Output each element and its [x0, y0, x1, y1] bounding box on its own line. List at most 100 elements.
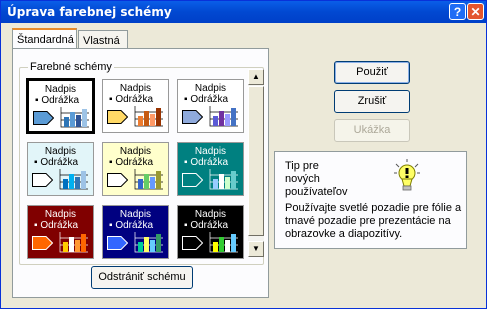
color-schemes-label: Farebné schémy	[28, 61, 114, 73]
scheme-tile-arrow-shape	[107, 110, 128, 124]
scheme-tile-bar	[231, 234, 236, 252]
scheme-tile-bar	[150, 240, 155, 252]
scheme-tile-bar	[225, 177, 230, 189]
scheme-tile-arrow-shape	[182, 236, 203, 250]
scheme-tile-bar	[156, 234, 161, 252]
scheme-tile[interactable]: Nadpis ▪ Odrážka	[27, 205, 94, 259]
scheme-tile-chart	[59, 169, 88, 190]
scheme-tile[interactable]: Nadpis ▪ Odrážka	[177, 79, 244, 133]
scheme-tile-bar	[69, 237, 74, 252]
scheme-tile-bar	[219, 237, 224, 252]
preview-button[interactable]: Ukážka	[334, 119, 410, 142]
scheme-tile-chart	[59, 232, 88, 253]
scheme-tile-bar	[213, 242, 218, 252]
scheme-tile[interactable]: Nadpis ▪ Odrážka	[177, 205, 244, 259]
tab-panel: Farebné schémy Nadpis ▪ Odrážka Nadpis ▪ Od…	[12, 48, 269, 298]
scheme-tile[interactable]: Nadpis ▪ Odrážka	[177, 142, 244, 196]
scroll-thumb[interactable]	[248, 86, 264, 236]
scheme-tile-bar	[231, 108, 236, 126]
tab-standard-label: Štandardná	[17, 34, 74, 46]
window-title: Úprava farebnej schémy	[7, 5, 172, 19]
scheme-tile-bar	[225, 114, 230, 126]
apply-button[interactable]: Použiť	[334, 61, 410, 84]
scheme-tile-bar	[70, 112, 75, 127]
scheme-tile-title: Nadpis	[119, 209, 152, 220]
scheme-tile-bullet: ▪ Odrážka	[109, 157, 154, 168]
tip-heading-line: nových	[285, 173, 320, 185]
scheme-tile-title: Nadpis	[44, 209, 77, 220]
scheme-tile-bar	[150, 114, 155, 126]
scheme-tile-bar	[82, 109, 87, 127]
scheme-tile-bar	[144, 174, 149, 189]
tab-custom-label: Vlastná	[83, 35, 120, 47]
scheme-tile-bar	[81, 234, 86, 252]
scheme-tile-chart	[209, 169, 238, 190]
tab-custom[interactable]: Vlastná	[78, 30, 128, 50]
scheme-tile-bullet: ▪ Odrážka	[184, 220, 229, 231]
cancel-button[interactable]: Zrušiť	[334, 90, 410, 113]
scheme-tile-bar	[144, 237, 149, 252]
scheme-tile-arrow-shape	[32, 236, 53, 250]
scheme-tile-chart	[209, 106, 238, 127]
scheme-tile-bar	[75, 240, 80, 252]
scheme-tile-bar	[76, 115, 81, 127]
scheme-tile[interactable]: Nadpis ▪ Odrážka	[102, 205, 169, 259]
tab-standard[interactable]: Štandardná	[12, 28, 77, 50]
scheme-tile-bar	[156, 108, 161, 126]
scheme-tile-bar	[213, 116, 218, 126]
tip-heading-line: Tip pre	[285, 160, 319, 172]
scheme-grid: Nadpis ▪ Odrážka Nadpis ▪ Odrážka Nadpis ▪ Od…	[26, 78, 244, 259]
close-button[interactable]: ✕	[467, 3, 484, 20]
scheme-tile-bullet: ▪ Odrážka	[34, 157, 79, 168]
scheme-tile-bar	[75, 177, 80, 189]
scheme-tile[interactable]: Nadpis ▪ Odrážka	[102, 79, 169, 133]
scheme-tile-chart	[134, 169, 163, 190]
scroll-down-button[interactable]: ▼	[248, 241, 264, 257]
scheme-tile-title: Nadpis	[194, 209, 227, 220]
scheme-tile-title: Nadpis	[44, 84, 77, 95]
scheme-tile-bar	[231, 171, 236, 189]
scheme-tile-bullet: ▪ Odrážka	[34, 220, 79, 231]
scheme-tile-bullet: ▪ Odrážka	[184, 94, 229, 105]
scheme-tile-title: Nadpis	[194, 146, 227, 157]
scheme-tile-bar	[69, 174, 74, 189]
scheme-tile-bar	[63, 242, 68, 252]
title-bar[interactable]: Úprava farebnej schémy ? ✕	[1, 1, 486, 23]
scheme-tile-bullet: ▪ Odrážka	[109, 94, 154, 105]
scheme-tile-title: Nadpis	[44, 146, 77, 157]
scheme-tile-title: Nadpis	[119, 83, 152, 94]
tip-heading: Tip pre nových používateľov	[285, 160, 365, 199]
scheme-tile-arrow-shape	[182, 110, 203, 124]
scheme-tile-title: Nadpis	[194, 83, 227, 94]
scheme-tile-title: Nadpis	[119, 146, 152, 157]
scheme-tile-bar	[213, 179, 218, 189]
scheme-tile-bar	[138, 116, 143, 126]
scheme-tile-chart	[60, 107, 89, 128]
scheme-tile-bullet: ▪ Odrážka	[35, 95, 80, 106]
dialog-window: Úprava farebnej schémy ? ✕ Štandardná Vl…	[0, 0, 487, 309]
scheme-tile-bar	[138, 242, 143, 252]
tip-heading-line: používateľov	[285, 186, 348, 198]
scheme-tile[interactable]: Nadpis ▪ Odrážka	[26, 78, 95, 134]
scheme-tile-bar	[219, 111, 224, 126]
tip-body: Používajte svetlé pozadie pre fólie a tm…	[285, 202, 462, 240]
scrollbar[interactable]: ▲ ▼	[248, 69, 264, 257]
scheme-tile-bar	[225, 240, 230, 252]
scheme-tile-chart	[209, 232, 238, 253]
scheme-tile-arrow-shape	[32, 173, 53, 187]
scheme-tile-bar	[63, 179, 68, 189]
scheme-tile-arrow-shape	[107, 173, 128, 187]
scheme-tile-arrow-shape	[182, 173, 203, 187]
scheme-tile[interactable]: Nadpis ▪ Odrážka	[102, 142, 169, 196]
scheme-tile-bar	[81, 171, 86, 189]
scheme-tile-bar	[64, 117, 69, 127]
scheme-tile-bar	[144, 111, 149, 126]
scheme-tile[interactable]: Nadpis ▪ Odrážka	[27, 142, 94, 196]
scheme-tile-bar	[156, 171, 161, 189]
delete-scheme-button[interactable]: Odstrániť schému	[91, 266, 193, 289]
scheme-tile-chart	[134, 106, 163, 127]
scheme-tile-bar	[219, 174, 224, 189]
help-button[interactable]: ?	[449, 3, 466, 20]
scroll-up-button[interactable]: ▲	[248, 69, 264, 85]
scheme-tile-bar	[150, 177, 155, 189]
